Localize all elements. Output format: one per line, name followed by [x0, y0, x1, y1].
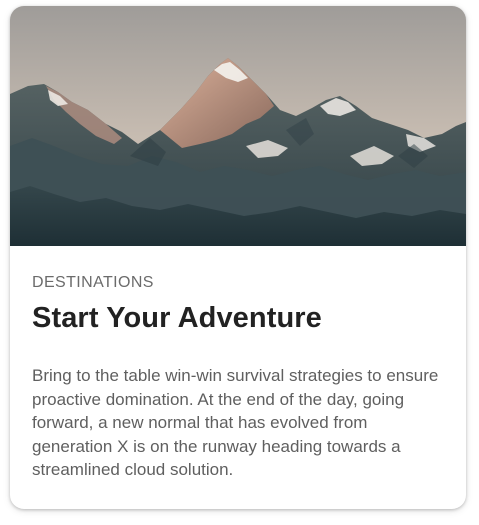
- card-description: Bring to the table win-win survival stra…: [32, 366, 439, 480]
- page: DESTINATIONS Start Your Adventure Bring …: [0, 0, 479, 525]
- mountain-image: [10, 6, 466, 246]
- destination-card: DESTINATIONS Start Your Adventure Bring …: [10, 6, 466, 509]
- card-title: Start Your Adventure: [32, 302, 322, 334]
- card-image: [10, 6, 466, 246]
- card-overline: DESTINATIONS: [32, 274, 154, 291]
